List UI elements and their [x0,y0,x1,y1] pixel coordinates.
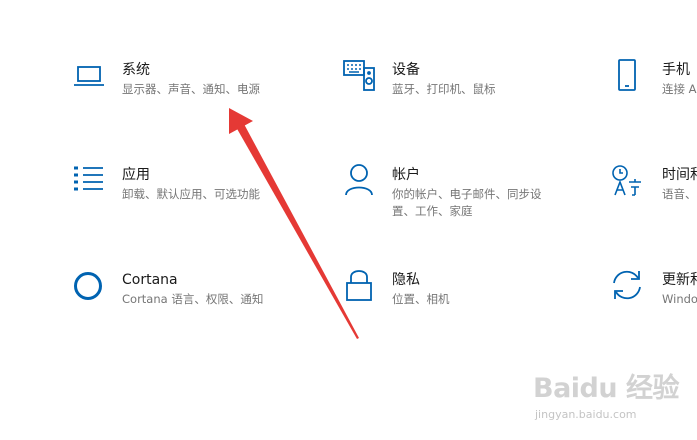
laptop-icon [72,59,106,93]
apps-list-icon [72,164,106,198]
time-language-icon [610,163,644,197]
tile-time-language[interactable]: 时间和 语音、 [600,160,697,220]
tile-apps[interactable]: 应用 卸载、默认应用、可选功能 [60,160,290,220]
lock-icon [342,267,376,301]
tile-system[interactable]: 系统 显示器、声音、通知、电源 [60,55,290,115]
phone-icon [610,58,644,92]
tile-title: 设备 [392,62,420,78]
tile-title: 应用 [122,167,150,183]
tile-description: 蓝牙、打印机、鼠标 [392,82,496,96]
tile-accounts[interactable]: 帐户 你的帐户、电子邮件、同步设 置、工作、家庭 [330,160,560,230]
tile-description: 语音、 [662,187,697,201]
tile-description: 连接 A [662,82,697,96]
tile-phone[interactable]: 手机 连接 A [600,55,697,115]
tile-privacy[interactable]: 隐私 位置、相机 [330,265,560,325]
keyboard-speaker-icon [342,58,376,92]
watermark-url: jingyan.baidu.com [535,408,637,421]
cortana-icon [72,269,106,303]
tile-title: 时间和 [662,167,697,183]
tile-description: Cortana 语言、权限、通知 [122,292,264,306]
tile-devices[interactable]: 设备 蓝牙、打印机、鼠标 [330,55,560,115]
sync-icon [610,268,644,302]
tile-title: Cortana [122,272,178,288]
baidu-watermark: Baidu 经验 jingyan.baidu.com [533,366,680,432]
tile-title: 更新和 [662,272,697,288]
tile-description: 位置、相机 [392,292,450,306]
tile-title: 系统 [122,62,150,78]
tile-description: 显示器、声音、通知、电源 [122,82,260,96]
watermark-logo-text: Baidu 经验 [533,373,680,404]
tile-description: 你的帐户、电子邮件、同步设 [392,187,542,201]
tile-description: 卸载、默认应用、可选功能 [122,187,260,201]
tile-description-line2: 置、工作、家庭 [392,204,473,218]
tile-description: Windo [662,292,697,306]
person-icon [342,162,376,196]
tile-cortana[interactable]: Cortana Cortana 语言、权限、通知 [60,265,290,325]
tile-title: 隐私 [392,272,420,288]
tile-update-security[interactable]: 更新和 Windo [600,265,697,325]
tile-title: 手机 [662,62,690,78]
tile-title: 帐户 [392,167,420,183]
